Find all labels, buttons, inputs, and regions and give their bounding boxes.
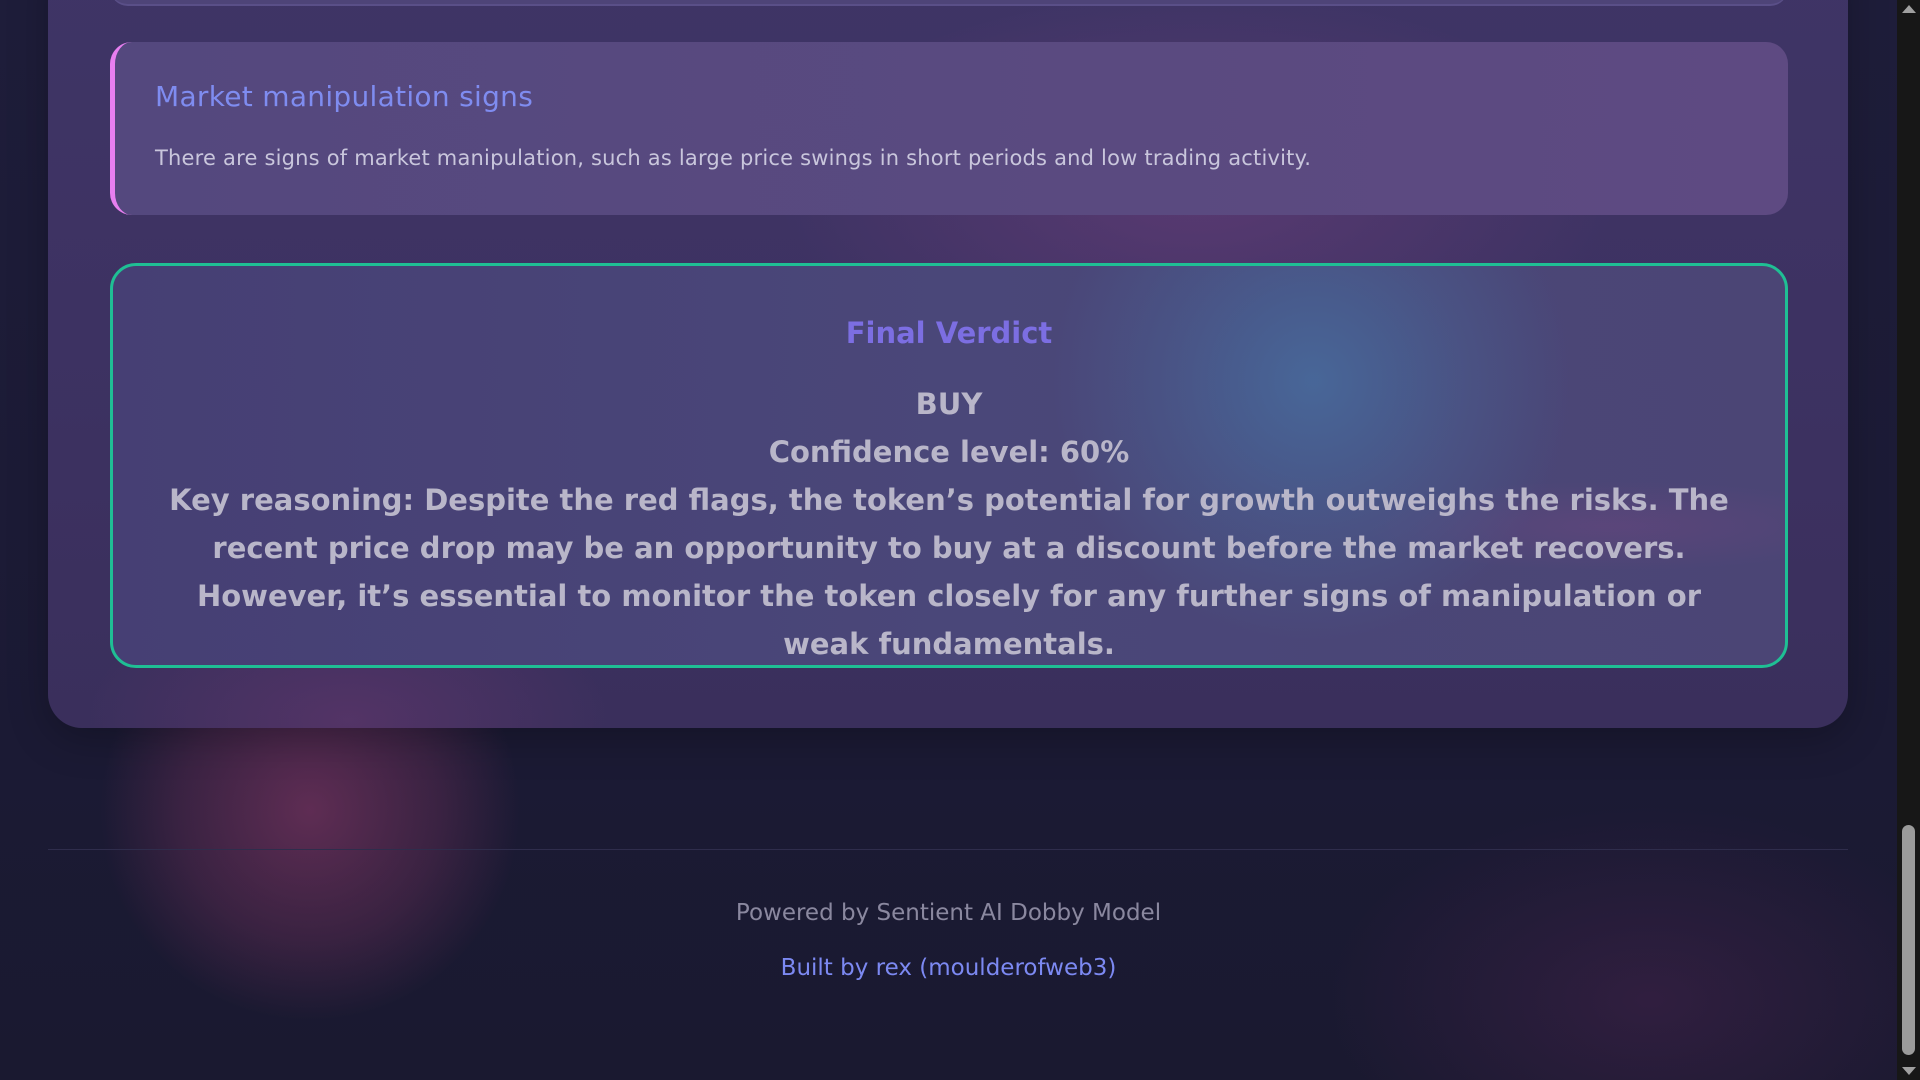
verdict-reasoning: Key reasoning: Despite the red flags, th… [169,483,1729,661]
scroll-up-arrow-icon[interactable] [1902,5,1916,13]
previous-section-card [110,0,1788,6]
final-verdict-title: Final Verdict [845,316,1053,350]
market-manipulation-card: Market manipulation signs There are sign… [110,42,1788,215]
footer-divider [48,849,1848,850]
final-verdict-card: Final Verdict BUY Confidence level: 60% … [110,263,1788,668]
final-verdict-body: BUY Confidence level: 60% Key reasoning:… [163,380,1735,668]
verdict-confidence: Confidence level: 60% [768,435,1130,469]
built-by-link[interactable]: Built by rex (moulderofweb3) [0,955,1897,981]
market-manipulation-title: Market manipulation signs [155,80,534,113]
verdict-decision: BUY [915,387,983,421]
scrollbar-thumb[interactable] [1902,825,1915,1055]
vertical-scrollbar[interactable] [1897,0,1920,1080]
market-manipulation-text: There are signs of market manipulation, … [155,146,1312,170]
scroll-down-arrow-icon[interactable] [1902,1067,1916,1075]
powered-by-text: Powered by Sentient AI Dobby Model [735,900,1162,926]
